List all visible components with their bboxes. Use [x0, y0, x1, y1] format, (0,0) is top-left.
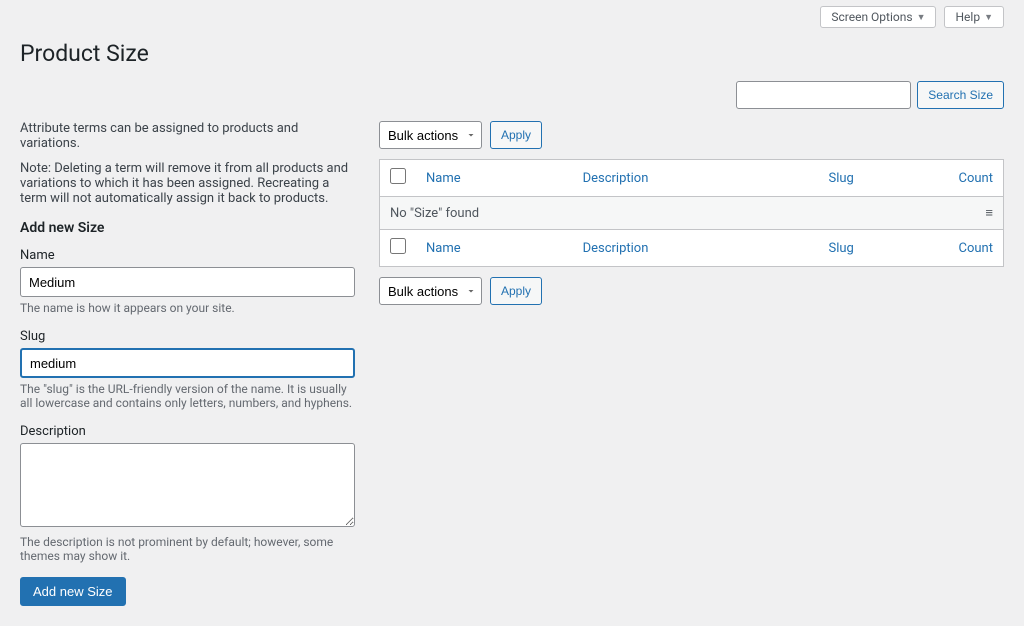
apply-bottom-button[interactable]: Apply — [490, 277, 542, 305]
search-input[interactable] — [736, 81, 911, 109]
select-all-top-checkbox[interactable] — [390, 168, 406, 184]
name-input[interactable] — [20, 267, 355, 297]
description-textarea[interactable] — [20, 443, 355, 527]
col-name-sort-bottom[interactable]: Name — [426, 241, 461, 256]
add-new-size-button[interactable]: Add new Size — [20, 577, 126, 606]
apply-top-button[interactable]: Apply — [490, 121, 542, 149]
caret-down-icon: ▼ — [917, 12, 926, 23]
col-name-sort[interactable]: Name — [426, 171, 461, 186]
description-help: The description is not prominent by defa… — [20, 535, 355, 563]
caret-down-icon: ▼ — [984, 12, 993, 23]
col-count-sort-bottom[interactable]: Count — [959, 241, 993, 256]
screen-options-label: Screen Options — [831, 10, 912, 24]
description-label: Description — [20, 424, 355, 439]
col-description-sort-bottom[interactable]: Description — [583, 241, 649, 256]
add-new-heading: Add new Size — [20, 220, 355, 236]
name-label: Name — [20, 248, 355, 263]
search-size-button[interactable]: Search Size — [917, 81, 1004, 109]
note-text: Note: Deleting a term will remove it fro… — [20, 161, 355, 206]
slug-label: Slug — [20, 329, 355, 344]
help-label: Help — [955, 10, 980, 24]
empty-row: No "Size" found ≡ — [380, 197, 1004, 230]
col-slug-sort[interactable]: Slug — [829, 171, 854, 186]
intro-text: Attribute terms can be assigned to produ… — [20, 121, 355, 151]
col-description-sort[interactable]: Description — [583, 171, 649, 186]
name-help: The name is how it appears on your site. — [20, 301, 355, 315]
slug-input[interactable] — [20, 348, 355, 378]
terms-table: Name Description Slug Count No "Size" fo… — [379, 159, 1004, 267]
col-slug-sort-bottom[interactable]: Slug — [829, 241, 854, 256]
help-tab[interactable]: Help ▼ — [944, 6, 1004, 28]
empty-message: No "Size" found — [380, 197, 949, 230]
row-toggle-icon: ≡ — [949, 197, 1004, 230]
page-title: Product Size — [20, 40, 1004, 67]
select-all-bottom-checkbox[interactable] — [390, 238, 406, 254]
bulk-actions-bottom-select[interactable]: Bulk actions — [379, 277, 482, 305]
bulk-actions-top-select[interactable]: Bulk actions — [379, 121, 482, 149]
col-count-sort[interactable]: Count — [959, 171, 993, 186]
screen-options-tab[interactable]: Screen Options ▼ — [820, 6, 936, 28]
slug-help: The "slug" is the URL-friendly version o… — [20, 382, 355, 410]
